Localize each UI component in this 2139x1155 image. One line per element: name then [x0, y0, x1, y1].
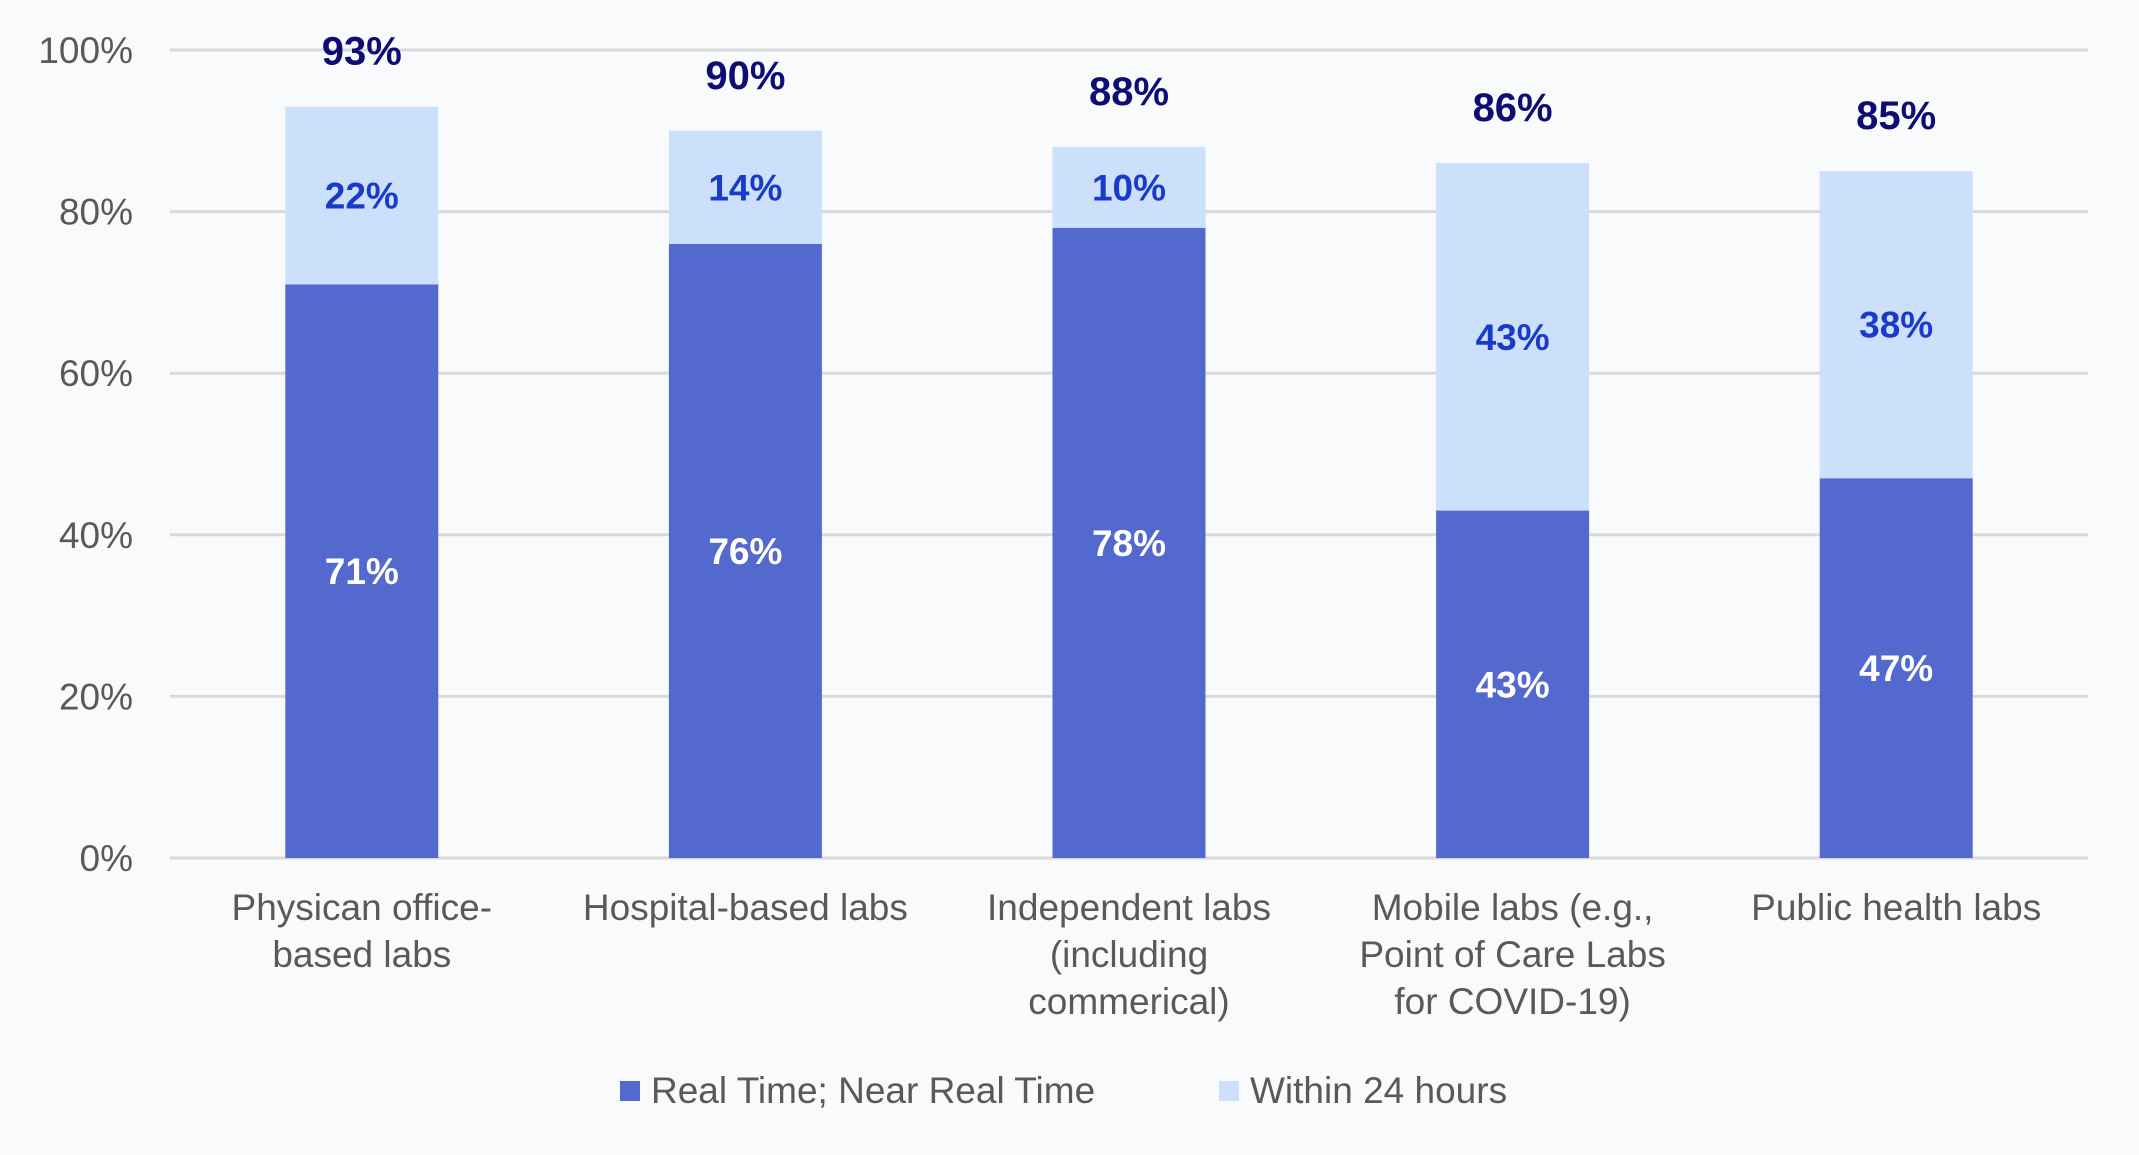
total-label: 86% — [1473, 86, 1553, 130]
x-category-label-line: (including — [1050, 934, 1208, 975]
x-category-label-line: for COVID-19) — [1394, 981, 1630, 1022]
data-label-real-time: 76% — [708, 531, 782, 572]
data-label-within-24h: 43% — [1476, 317, 1550, 358]
y-tick-label: 20% — [59, 676, 133, 717]
x-category-label: Public health labs — [1751, 887, 2041, 928]
total-label: 90% — [705, 54, 785, 98]
bars — [285, 106, 1973, 859]
x-category-label-line: Independent labs — [987, 887, 1271, 928]
legend: Real Time; Near Real Time Within 24 hours — [620, 1070, 1507, 1111]
legend-item-within-24h: Within 24 hours — [1219, 1070, 1507, 1111]
x-category-label-line: Mobile labs (e.g., — [1372, 887, 1654, 928]
legend-swatch — [620, 1081, 640, 1101]
x-category-label: Hospital-based labs — [583, 887, 908, 928]
data-label-within-24h: 10% — [1092, 167, 1166, 208]
data-label-within-24h: 22% — [325, 175, 399, 216]
data-label-within-24h: 14% — [708, 167, 782, 208]
data-label-real-time: 43% — [1476, 664, 1550, 705]
y-tick-label: 80% — [59, 192, 133, 233]
total-label: 88% — [1089, 70, 1169, 114]
data-label-real-time: 71% — [325, 551, 399, 592]
x-category-label-line: based labs — [272, 934, 451, 975]
data-label-real-time: 47% — [1859, 648, 1933, 689]
x-category-label-line: Physican office- — [232, 887, 493, 928]
legend-label: Real Time; Near Real Time — [651, 1070, 1095, 1111]
chart-canvas: 0% 20% 40% 60% 80% 100% 71% 22% 93% 76% 14% 90% 78%… — [38, 30, 2088, 1111]
data-label-within-24h: 38% — [1859, 305, 1933, 346]
x-category-label: Mobile labs (e.g., Point of Care Labs for … — [1359, 887, 1665, 1022]
x-category-label-line: Public health labs — [1751, 887, 2041, 928]
x-category-label-line: commerical) — [1028, 981, 1229, 1022]
y-tick-label: 40% — [59, 515, 133, 556]
legend-swatch — [1219, 1081, 1239, 1101]
stacked-bar-chart: 0% 20% 40% 60% 80% 100% 71% 22% 93% 76% 14% 90% 78%… — [0, 0, 2139, 1155]
data-label-real-time: 78% — [1092, 523, 1166, 564]
x-category-label: Physican office-based labs — [232, 887, 493, 975]
total-label: 93% — [322, 30, 402, 74]
y-tick-label: 0% — [80, 838, 133, 879]
x-axis-categories: Physican office-based labs Hospital-based… — [232, 887, 2042, 1022]
y-tick-label: 60% — [59, 353, 133, 394]
legend-item-real-time: Real Time; Near Real Time — [620, 1070, 1095, 1111]
total-label: 85% — [1856, 94, 1936, 138]
x-category-label: Independent labs (including commerical) — [987, 887, 1271, 1022]
y-axis-ticks: 0% 20% 40% 60% 80% 100% — [38, 30, 133, 879]
legend-label: Within 24 hours — [1250, 1070, 1507, 1111]
x-category-label-line: Point of Care Labs — [1359, 934, 1665, 975]
y-tick-label: 100% — [38, 30, 133, 71]
x-category-label-line: Hospital-based labs — [583, 887, 908, 928]
